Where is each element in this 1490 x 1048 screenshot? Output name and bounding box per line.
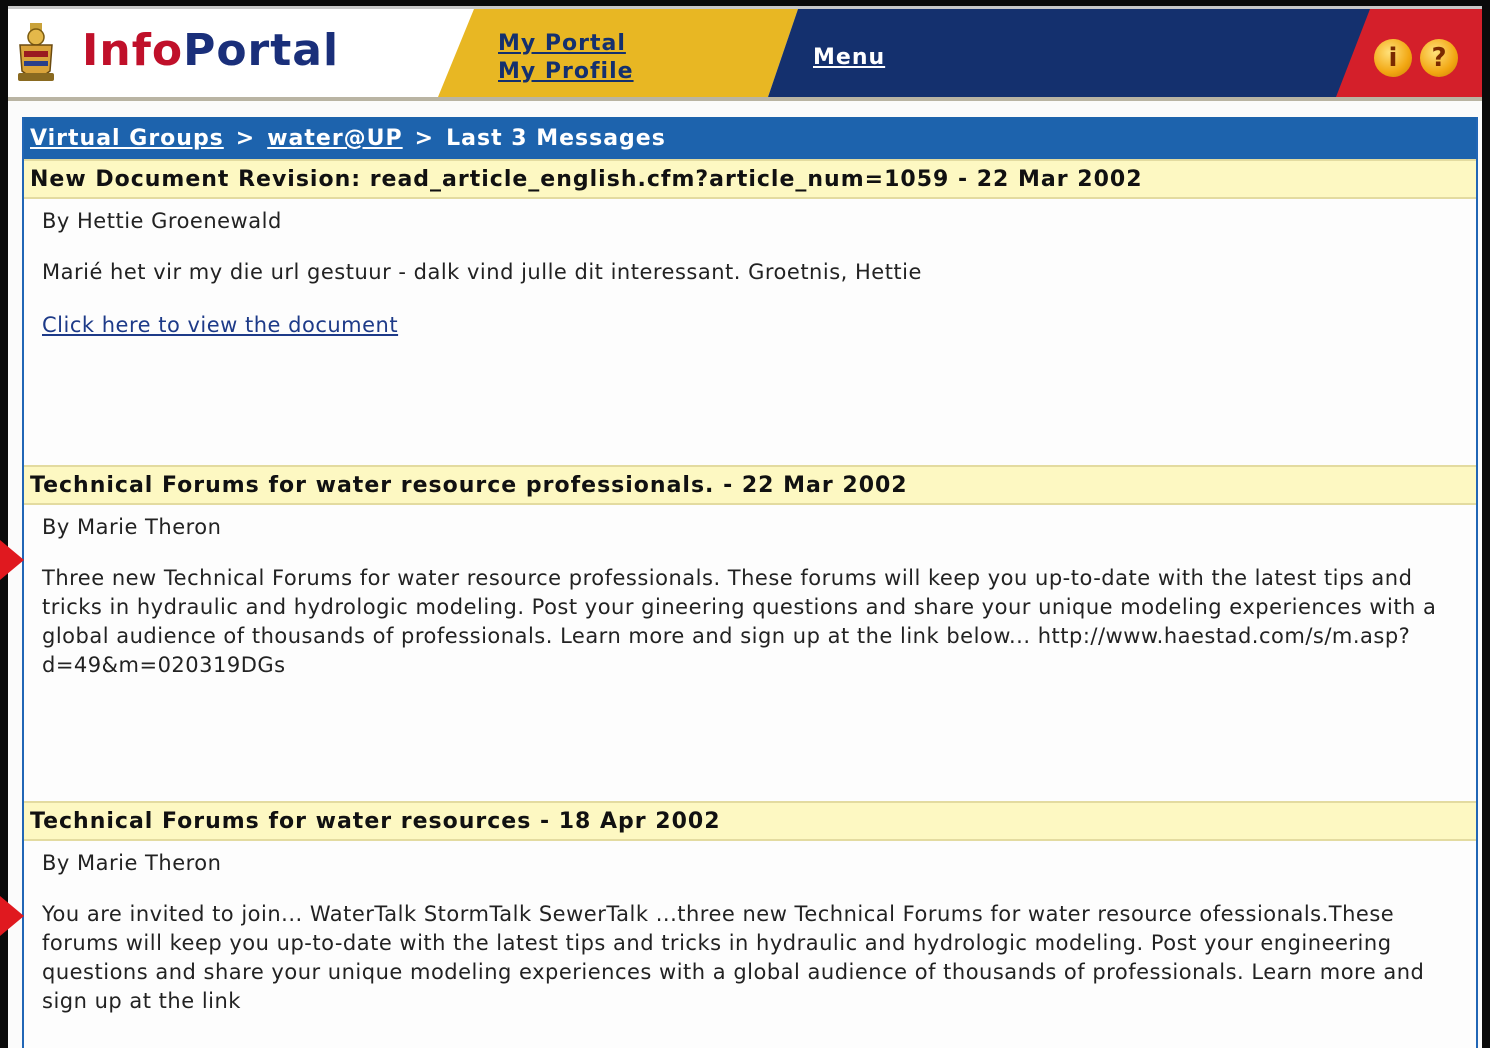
message-item: Technical Forums for water resource prof… bbox=[24, 465, 1476, 801]
my-profile-link[interactable]: My Profile bbox=[498, 59, 634, 84]
infoportal-logo[interactable]: InfoPortal bbox=[82, 25, 339, 76]
breadcrumb: Virtual Groups > water@UP > Last 3 Messa… bbox=[24, 117, 1476, 159]
message-body: By Hettie Groenewald Marié het vir my di… bbox=[24, 199, 1476, 465]
message-author: By Marie Theron bbox=[42, 515, 222, 539]
message-item: Technical Forums for water resources - 1… bbox=[24, 801, 1476, 1048]
breadcrumb-virtual-groups[interactable]: Virtual Groups bbox=[30, 126, 224, 151]
message-body: By Marie Theron Three new Technical Foru… bbox=[24, 505, 1476, 801]
info-icon-glyph: i bbox=[1388, 43, 1398, 73]
browser-page: InfoPortal My Portal My Profile Menu i ?… bbox=[8, 6, 1482, 1048]
messages-panel: Virtual Groups > water@UP > Last 3 Messa… bbox=[22, 117, 1478, 1048]
help-icon[interactable]: ? bbox=[1420, 39, 1458, 77]
message-body: By Marie Theron You are invited to join.… bbox=[24, 841, 1476, 1048]
message-author: By Marie Theron bbox=[42, 851, 222, 875]
message-author: By Hettie Groenewald bbox=[42, 209, 282, 233]
breadcrumb-current: Last 3 Messages bbox=[446, 125, 666, 151]
help-icon-glyph: ? bbox=[1431, 43, 1447, 73]
message-text: Three new Technical Forums for water res… bbox=[42, 566, 1437, 677]
logo-text-portal: Portal bbox=[183, 25, 340, 76]
message-title: Technical Forums for water resources - 1… bbox=[24, 801, 1476, 841]
info-icon[interactable]: i bbox=[1374, 39, 1412, 77]
red-pointer-marker bbox=[0, 540, 24, 580]
university-crest-icon bbox=[18, 23, 54, 81]
red-pointer-marker bbox=[0, 896, 24, 936]
message-text: Marié het vir my die url gestuur - dalk … bbox=[42, 260, 922, 284]
message-text: You are invited to join... WaterTalk Sto… bbox=[42, 902, 1425, 1013]
message-title: Technical Forums for water resource prof… bbox=[24, 465, 1476, 505]
message-title: New Document Revision: read_article_engl… bbox=[24, 159, 1476, 199]
portal-header: InfoPortal My Portal My Profile Menu i ? bbox=[8, 9, 1482, 101]
message-item: New Document Revision: read_article_engl… bbox=[24, 159, 1476, 465]
menu-link[interactable]: Menu bbox=[813, 45, 885, 70]
view-document-link[interactable]: Click here to view the document bbox=[42, 313, 398, 337]
breadcrumb-separator: > bbox=[414, 125, 435, 151]
breadcrumb-separator: > bbox=[235, 125, 256, 151]
my-portal-link[interactable]: My Portal bbox=[498, 31, 626, 56]
logo-text-info: Info bbox=[82, 25, 184, 76]
breadcrumb-water-up[interactable]: water@UP bbox=[267, 126, 402, 151]
